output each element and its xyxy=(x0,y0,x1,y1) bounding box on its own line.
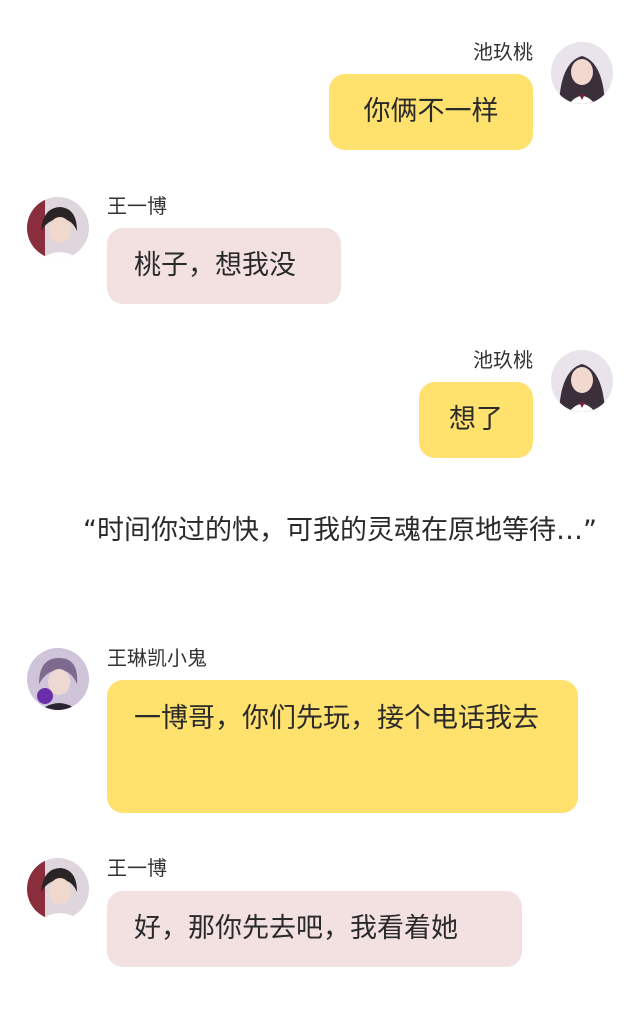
message-bubble[interactable]: 一博哥，你们先玩，接个电话我去 xyxy=(107,680,578,813)
message-bubble[interactable]: 想了 xyxy=(419,382,533,458)
sender-name: 王琳凯小鬼 xyxy=(107,646,207,670)
avatar-chi-jiutao-icon[interactable] xyxy=(551,42,613,104)
narration-text: “时间你过的快，可我的灵魂在原地等待…” xyxy=(83,515,597,546)
message-bubble[interactable]: 你俩不一样 xyxy=(329,74,533,150)
sender-name: 王一博 xyxy=(107,194,167,218)
avatar-wang-yibo-icon[interactable] xyxy=(27,197,89,259)
sender-name: 池玖桃 xyxy=(473,40,533,64)
avatar-wang-linkai-icon[interactable] xyxy=(27,648,89,710)
message-bubble[interactable]: 桃子，想我没 xyxy=(107,228,341,304)
sender-name: 池玖桃 xyxy=(473,348,533,372)
avatar-chi-jiutao-icon[interactable] xyxy=(551,350,613,412)
message-bubble[interactable]: 好，那你先去吧，我看着她 xyxy=(107,891,522,967)
avatar-wang-yibo-icon[interactable] xyxy=(27,858,89,920)
sender-name: 王一博 xyxy=(107,856,167,880)
